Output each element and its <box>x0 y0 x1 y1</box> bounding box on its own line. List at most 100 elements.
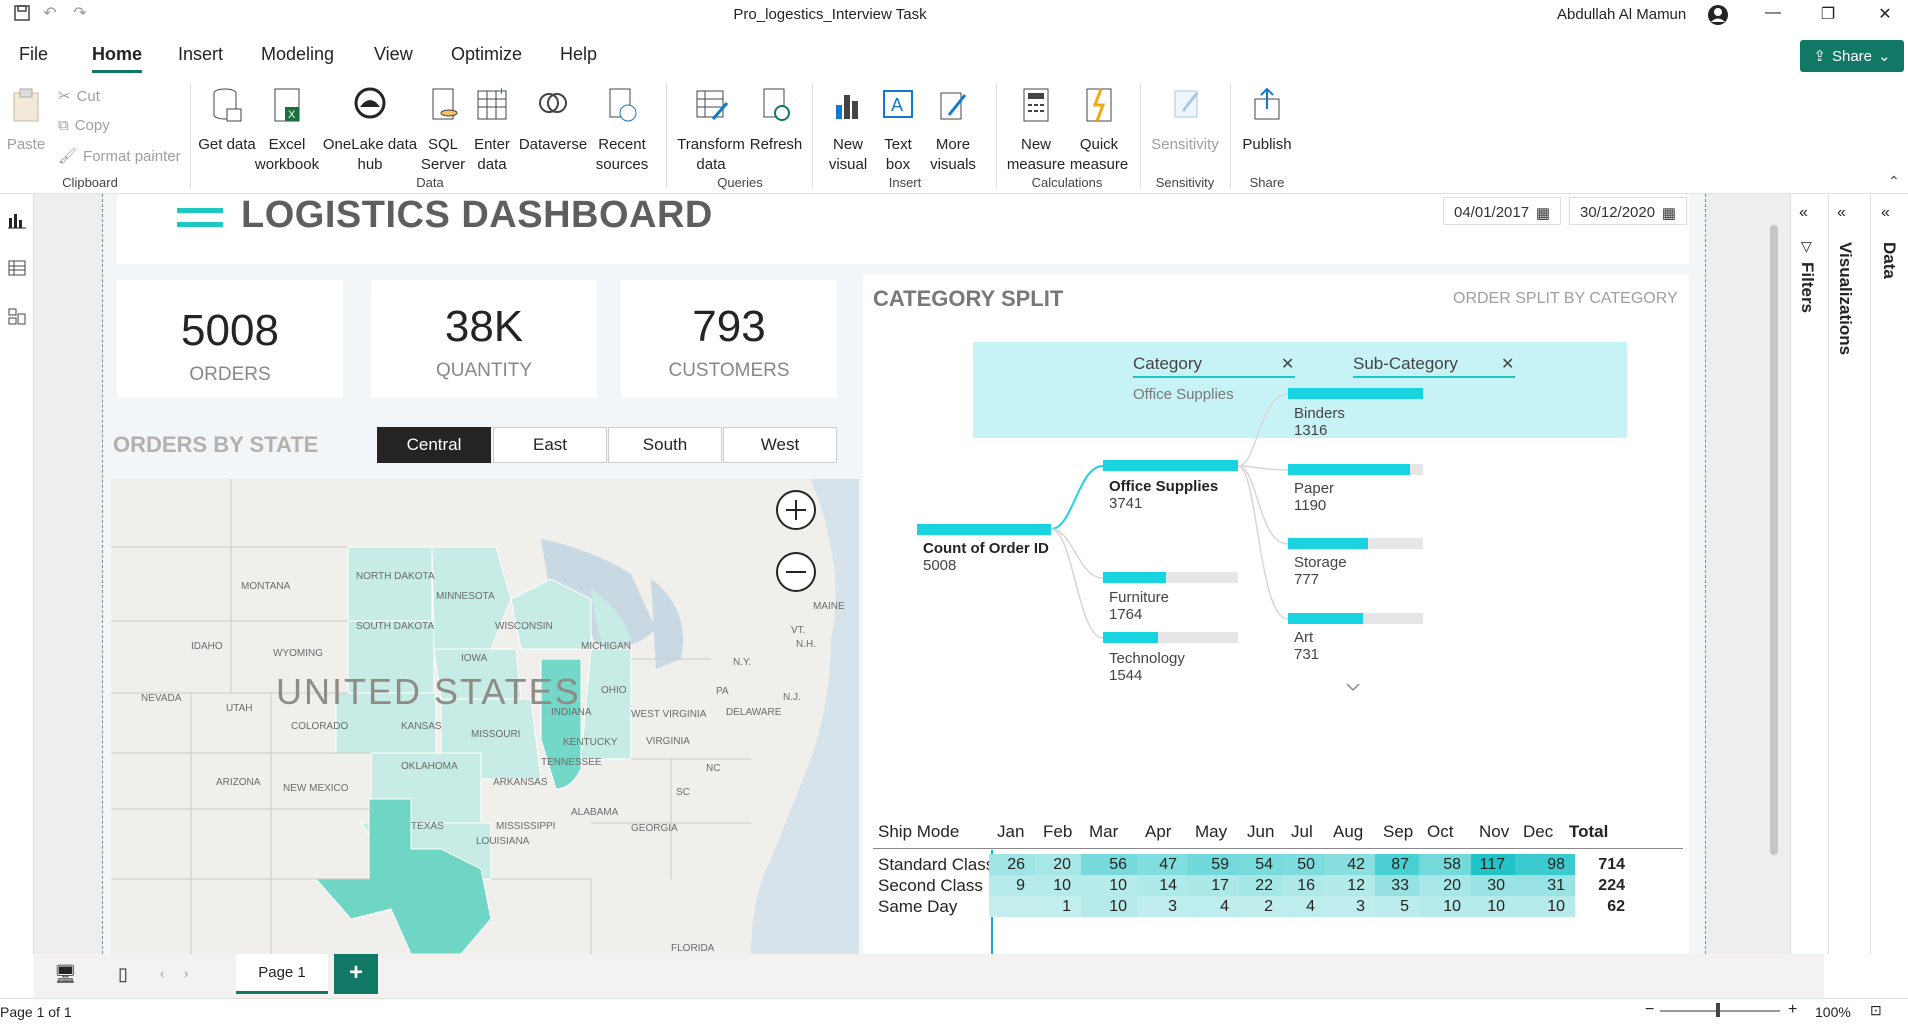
zoom-in-button[interactable] <box>776 490 816 530</box>
subcategory-bar-storage[interactable] <box>1288 538 1368 549</box>
account-icon[interactable] <box>1706 4 1730 25</box>
matrix-cell[interactable]: 1 <box>1035 896 1081 917</box>
matrix-header[interactable]: Apr <box>1145 822 1171 842</box>
cut-button[interactable]: ✂ Cut <box>58 87 100 106</box>
matrix-header[interactable]: Jun <box>1247 822 1274 842</box>
state-north-dakota[interactable] <box>347 546 433 622</box>
next-page-icon[interactable]: › <box>184 966 188 981</box>
matrix-cell[interactable]: 14 <box>1137 875 1187 896</box>
text-box-button[interactable]: A Text box <box>876 85 920 175</box>
matrix-header-ship-mode[interactable]: Ship Mode <box>878 822 959 842</box>
calendar-icon[interactable]: ▦ <box>1662 204 1676 222</box>
matrix-header[interactable]: Total <box>1569 822 1608 842</box>
report-view-icon[interactable] <box>7 210 27 230</box>
get-data-button[interactable]: Get data <box>196 85 258 155</box>
matrix-cell[interactable]: 5 <box>1375 896 1419 917</box>
region-south-button[interactable]: South <box>608 427 722 463</box>
date-from-input[interactable]: 04/01/2017 ▦ <box>1443 197 1561 225</box>
publish-button[interactable]: Publish <box>1238 85 1296 155</box>
matrix-cell[interactable]: 50 <box>1283 854 1325 875</box>
enter-data-button[interactable]: + Enter data <box>468 84 516 175</box>
matrix-cell[interactable]: 30 <box>1471 875 1515 896</box>
filters-pane[interactable]: « ▽ Filters <box>1790 194 1824 954</box>
root-bar[interactable] <box>917 524 1051 535</box>
close-icon[interactable]: ✕ <box>1870 4 1900 24</box>
subcategory-bar-binders[interactable] <box>1288 388 1423 399</box>
sql-server-button[interactable]: SQL Server <box>418 85 468 175</box>
matrix-header[interactable]: Sep <box>1383 822 1413 842</box>
matrix-cell[interactable]: 10 <box>1035 875 1081 896</box>
expand-icon[interactable]: « <box>1837 204 1846 222</box>
zoom-out-icon[interactable]: − <box>1645 1001 1654 1019</box>
excel-workbook-button[interactable]: X Excel workbook <box>252 85 322 175</box>
table-view-icon[interactable] <box>7 258 27 278</box>
region-east-button[interactable]: East <box>493 427 607 463</box>
subcategory-bar-paper[interactable] <box>1288 464 1410 475</box>
mobile-layout-icon[interactable]: ▯ <box>118 964 128 985</box>
menu-insert[interactable]: Insert <box>178 44 223 65</box>
zoom-out-button[interactable] <box>776 552 816 592</box>
quick-measure-button[interactable]: Quick measure <box>1068 85 1130 175</box>
chevron-down-icon[interactable] <box>1346 683 1360 692</box>
more-visuals-button[interactable]: More visuals <box>920 85 986 175</box>
matrix-header[interactable]: Jul <box>1291 822 1313 842</box>
model-view-icon[interactable] <box>7 306 27 326</box>
paste-button[interactable]: Paste <box>6 85 46 155</box>
matrix-header[interactable]: Oct <box>1427 822 1453 842</box>
matrix-row-label[interactable]: Standard Class <box>878 854 994 875</box>
onelake-button[interactable]: OneLake data hub <box>322 85 418 175</box>
zoom-in-icon[interactable]: + <box>1788 1001 1797 1019</box>
zoom-slider[interactable] <box>1660 1010 1780 1012</box>
add-page-button[interactable]: + <box>334 954 378 994</box>
matrix-cell[interactable]: 33 <box>1375 875 1419 896</box>
matrix-cell[interactable]: 58 <box>1419 854 1471 875</box>
matrix-cell[interactable]: 59 <box>1187 854 1239 875</box>
menu-icon[interactable] <box>177 208 223 213</box>
matrix-cell[interactable]: 9 <box>989 875 1035 896</box>
new-visual-button[interactable]: New visual <box>820 85 876 175</box>
data-pane[interactable]: « Data <box>1870 194 1908 954</box>
expand-icon[interactable]: « <box>1799 204 1808 222</box>
refresh-button[interactable]: Refresh <box>748 85 804 155</box>
matrix-header[interactable]: Feb <box>1043 822 1072 842</box>
menu-modeling[interactable]: Modeling <box>261 44 334 65</box>
page-tab[interactable]: Page 1 <box>236 954 328 994</box>
matrix-cell[interactable]: 10 <box>1081 875 1137 896</box>
matrix-cell[interactable]: 47 <box>1137 854 1187 875</box>
expand-icon[interactable]: « <box>1881 204 1890 222</box>
matrix-row-label[interactable]: Second Class <box>878 875 983 896</box>
matrix-cell[interactable]: 42 <box>1325 854 1375 875</box>
matrix-cell[interactable]: 2 <box>1239 896 1283 917</box>
category-bar-furniture[interactable] <box>1103 572 1166 583</box>
matrix-header[interactable]: Mar <box>1089 822 1118 842</box>
matrix-row-label[interactable]: Same Day <box>878 896 957 917</box>
matrix-cell[interactable]: 16 <box>1283 875 1325 896</box>
dataverse-button[interactable]: Dataverse <box>516 85 590 155</box>
matrix-cell[interactable] <box>989 896 1035 917</box>
calendar-icon[interactable]: ▦ <box>1536 204 1550 222</box>
menu-home[interactable]: Home <box>92 44 143 73</box>
matrix-cell[interactable]: 56 <box>1081 854 1137 875</box>
menu-optimize[interactable]: Optimize <box>451 44 522 65</box>
matrix-cell[interactable]: 10 <box>1419 896 1471 917</box>
prev-page-icon[interactable]: ‹ <box>160 966 164 981</box>
sensitivity-button[interactable]: Sensitivity <box>1148 85 1222 155</box>
transform-data-button[interactable]: Transform data <box>674 85 748 175</box>
region-west-button[interactable]: West <box>723 427 837 463</box>
restore-icon[interactable]: ❐ <box>1813 4 1843 24</box>
new-measure-button[interactable]: New measure <box>1004 85 1068 175</box>
minimize-icon[interactable]: — <box>1758 4 1788 22</box>
matrix-header[interactable]: Jan <box>997 822 1024 842</box>
desktop-layout-icon[interactable]: 🖥 <box>54 964 77 985</box>
matrix-cell[interactable]: 20 <box>1035 854 1081 875</box>
matrix-header[interactable]: Nov <box>1479 822 1509 842</box>
zoom-slider-thumb[interactable] <box>1716 1003 1720 1017</box>
matrix-cell[interactable]: 3 <box>1137 896 1187 917</box>
category-bar-office-supplies[interactable] <box>1103 460 1238 471</box>
matrix-cell[interactable]: 117 <box>1471 854 1515 875</box>
matrix-cell[interactable]: 17 <box>1187 875 1239 896</box>
matrix-cell[interactable]: 22 <box>1239 875 1283 896</box>
share-button[interactable]: ⇪ Share ⌄ <box>1800 40 1904 72</box>
canvas-scrollbar[interactable] <box>1770 225 1778 855</box>
format-painter-button[interactable]: 🖌 Format painter <box>58 147 181 166</box>
